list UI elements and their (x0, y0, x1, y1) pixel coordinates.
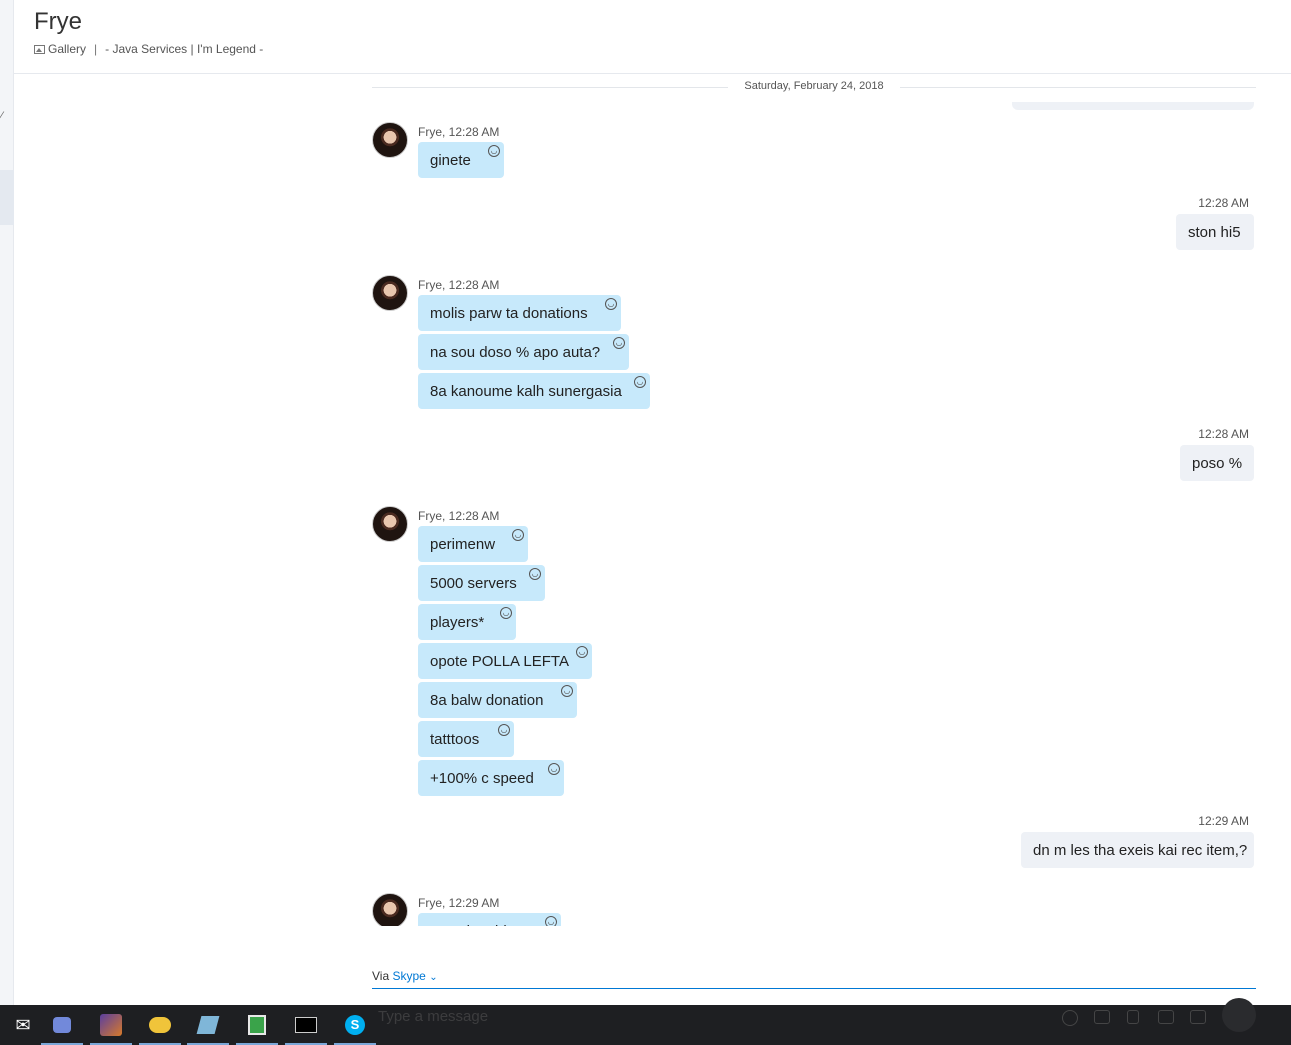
skype-window: ⁄ Frye Gallery | - Java Services | I'm Leg… (0, 0, 1291, 1005)
avatar[interactable] (372, 506, 408, 542)
message-bubble[interactable]: opote POLLA LEFTA ◡ (418, 643, 592, 679)
reaction-icon[interactable]: ◡ (498, 724, 510, 736)
message-bubble[interactable]: 5000 servers ◡ (418, 565, 545, 601)
chevron-down-icon[interactable]: ⌄ (429, 972, 437, 983)
message-bubble[interactable]: dn m les tha exeis kai rec item,? (1021, 832, 1254, 868)
message-bubble[interactable]: 8a balw donation ◡ (418, 682, 577, 718)
message-text: 8a balw donation (430, 692, 544, 709)
via-label: Via (372, 969, 390, 983)
message-text: players* (430, 614, 485, 631)
conversation-header: Frye Gallery | - Java Services | I'm Legen… (14, 0, 1291, 74)
reaction-icon[interactable]: ◡ (548, 763, 560, 775)
message-text: dn m les tha exeis kai rec item,? (1033, 842, 1248, 859)
reaction-icon[interactable]: ◡ (561, 685, 573, 697)
message-text: na sou doso % apo auta? (430, 344, 601, 361)
chart-app-icon[interactable] (234, 1005, 280, 1045)
message-text: opote POLLA LEFTA (430, 653, 569, 670)
message-bubble[interactable]: poso % (1180, 445, 1254, 481)
message-text: 8a kanoume kalh sunergasia (430, 383, 622, 400)
terminal-icon[interactable] (283, 1005, 329, 1045)
message-meta: Frye, 12:29 AM (418, 896, 500, 910)
skype-icon[interactable]: S (332, 1005, 378, 1045)
reaction-icon[interactable]: ◡ (529, 568, 541, 580)
message-meta: Frye, 12:28 AM (418, 125, 500, 139)
reaction-icon[interactable]: ◡ (634, 376, 646, 388)
reaction-icon[interactable]: ◡ (488, 145, 500, 157)
message-bubble[interactable]: Hero k nobless ◡ (418, 913, 561, 926)
message-bubble[interactable]: ginete ◡ (418, 142, 504, 178)
avatar[interactable] (372, 122, 408, 158)
image-icon[interactable] (1094, 1010, 1110, 1024)
header-separator: | (94, 42, 98, 56)
gallery-icon (34, 45, 45, 54)
notepad-icon[interactable] (185, 1005, 231, 1045)
message-input[interactable]: Type a message (378, 1008, 488, 1025)
message-text: +100% c speed (430, 770, 534, 787)
video-message-icon[interactable] (1158, 1010, 1174, 1024)
contact-card-icon[interactable] (1190, 1010, 1206, 1024)
date-divider-text: Saturday, February 24, 2018 (744, 80, 884, 92)
reaction-icon[interactable]: ◡ (500, 607, 512, 619)
message-bubble[interactable]: tatttoos ◡ (418, 721, 514, 757)
message-meta: Frye, 12:28 AM (418, 278, 500, 292)
reaction-icon[interactable]: ◡ (576, 646, 588, 658)
date-divider: Saturday, February 24, 2018 (372, 80, 1256, 94)
message-text: Hero k nobless (430, 923, 530, 926)
message-bubble[interactable]: +100% c speed ◡ (418, 760, 564, 796)
composer-focus-line (372, 988, 1256, 989)
message-text: ginete (430, 152, 471, 169)
reaction-icon[interactable]: ◡ (605, 298, 617, 310)
collapse-arrow-icon[interactable]: ⁄ (1, 110, 3, 122)
message-bubble[interactable]: 8a kanoume kalh sunergasia ◡ (418, 373, 650, 409)
avatar[interactable] (372, 275, 408, 311)
message-bubble[interactable]: molis parw ta donations ◡ (418, 295, 621, 331)
message-bubble[interactable]: ston hi5 (1176, 214, 1254, 250)
via-service[interactable]: Skype (392, 969, 425, 983)
message-text: ston hi5 (1188, 224, 1241, 241)
game-launcher-icon[interactable] (88, 1005, 134, 1045)
left-sidebar-edge: ⁄ (0, 0, 14, 1005)
message-list[interactable]: Frye, 12:28 AM ginete ◡ 12:28 AM ston hi5 Fry… (372, 100, 1256, 926)
message-text: poso % (1192, 455, 1243, 472)
message-bubble[interactable]: perimenw ◡ (418, 526, 528, 562)
avatar[interactable] (372, 893, 408, 926)
message-meta: 12:29 AM (1198, 814, 1249, 828)
selected-conversation-marker (0, 170, 14, 225)
reaction-icon[interactable]: ◡ (613, 337, 625, 349)
folder-icon[interactable] (137, 1005, 183, 1045)
divider-line-right (900, 87, 1256, 88)
message-text: 5000 servers (430, 575, 517, 592)
reaction-icon[interactable]: ◡ (545, 916, 557, 926)
reaction-icon[interactable]: ◡ (512, 529, 524, 541)
file-icon[interactable] (1127, 1010, 1139, 1024)
emoji-icon[interactable] (1062, 1010, 1078, 1026)
contact-subline: Gallery | - Java Services | I'm Legend - (34, 42, 263, 56)
message-bubble[interactable]: na sou doso % apo auta? ◡ (418, 334, 629, 370)
contact-name[interactable]: Frye (34, 8, 82, 36)
message-bubble[interactable]: players* ◡ (418, 604, 516, 640)
gallery-link[interactable]: Gallery (48, 42, 86, 56)
message-text: tatttoos (430, 731, 480, 748)
discord-icon[interactable] (39, 1005, 85, 1045)
message-meta: Frye, 12:28 AM (418, 509, 500, 523)
mood-message: - Java Services | I'm Legend - (105, 42, 264, 56)
send-button[interactable] (1222, 998, 1256, 1032)
via-selector[interactable]: Via Skype ⌄ (372, 969, 438, 983)
message-text: perimenw (430, 536, 496, 553)
message-meta: 12:28 AM (1198, 196, 1249, 210)
message-meta: 12:28 AM (1198, 427, 1249, 441)
message-text: molis parw ta donations (430, 305, 588, 322)
